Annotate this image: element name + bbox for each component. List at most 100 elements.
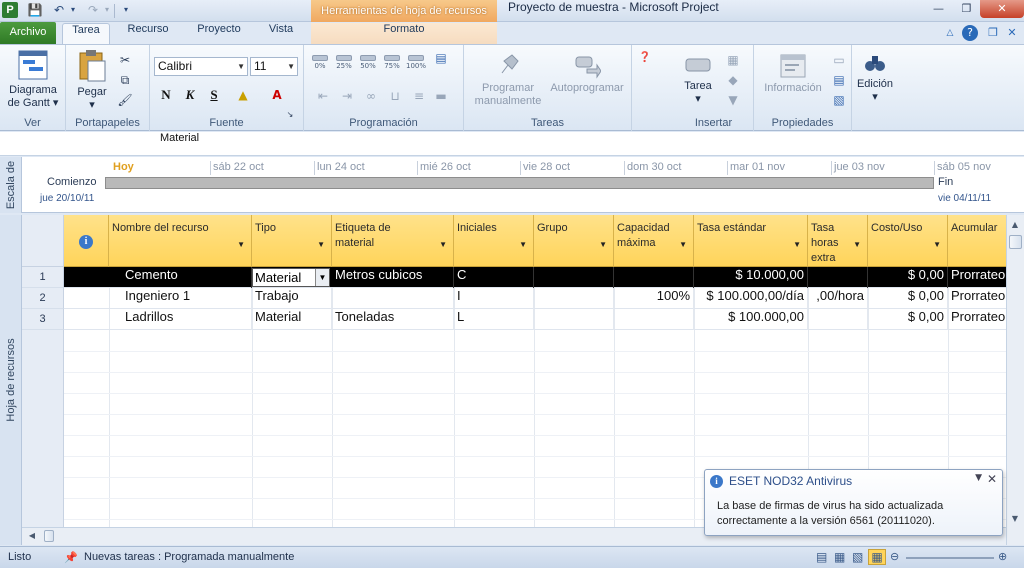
inspect-icon[interactable]: ❓ bbox=[636, 49, 654, 67]
table-row[interactable]: Cemento Material ▼ Metros cubicos C $ 10.… bbox=[64, 267, 1006, 288]
tab-archivo[interactable]: Archivo bbox=[0, 22, 56, 44]
row-header[interactable]: 2 bbox=[22, 288, 64, 309]
cell-acumular[interactable]: Prorrateo bbox=[948, 267, 1006, 288]
save-icon[interactable]: 💾 bbox=[26, 2, 44, 18]
maximize-button[interactable]: ❐ bbox=[953, 0, 980, 18]
cell-tasa-extra[interactable] bbox=[808, 309, 868, 330]
row-header[interactable]: 1 bbox=[22, 267, 64, 288]
table-row[interactable]: Ladrillos Material Toneladas L $ 100.000… bbox=[64, 309, 1006, 330]
column-header-iniciales[interactable]: Iniciales ▼ bbox=[454, 215, 534, 267]
gantt-chart-button[interactable]: Diagrama de Gantt ▾ bbox=[4, 49, 62, 110]
minimize-button[interactable]: — bbox=[925, 0, 952, 18]
new-tasks-mode[interactable]: Nuevas tareas : Programada manualmente bbox=[84, 551, 294, 563]
cell-tasa-extra[interactable]: ,00/hora bbox=[808, 288, 868, 309]
cell-grupo[interactable] bbox=[534, 288, 614, 309]
insert-task-button[interactable]: Tarea ▾ bbox=[678, 53, 718, 106]
resource-sheet-side-tab[interactable]: Hoja de recursos bbox=[0, 215, 22, 545]
select-all-corner[interactable] bbox=[22, 215, 64, 267]
chevron-down-icon[interactable]: ▼ bbox=[793, 237, 801, 252]
add-to-timeline-icon[interactable]: ▧ bbox=[830, 91, 848, 109]
chevron-down-icon[interactable]: ▼ bbox=[679, 237, 687, 252]
column-header-tasa-extra[interactable]: Tasa horas extra ▼ bbox=[808, 215, 868, 267]
scroll-up-icon[interactable]: ▲ bbox=[1007, 217, 1023, 233]
unlink-tasks-icon[interactable]: ⊔ bbox=[386, 87, 404, 105]
link-tasks-icon[interactable]: ∞ bbox=[362, 87, 380, 105]
cell-nombre[interactable]: Ingeniero 1 bbox=[109, 288, 252, 309]
table-row[interactable]: Ingeniero 1 Trabajo I 100% $ 100.000,00/… bbox=[64, 288, 1006, 309]
customize-qat-icon[interactable]: ▾ bbox=[117, 2, 135, 18]
vertical-scrollbar[interactable]: ▲ ▼ bbox=[1006, 215, 1024, 545]
scroll-left-icon[interactable]: ◀ bbox=[24, 528, 40, 544]
column-header-tipo[interactable]: Tipo ▼ bbox=[252, 215, 332, 267]
chevron-down-icon[interactable]: ▼ bbox=[237, 237, 245, 252]
cut-icon[interactable]: ✂ bbox=[116, 51, 134, 69]
cell-nombre[interactable]: Ladrillos bbox=[109, 309, 252, 330]
inactivate-icon[interactable]: ▬ bbox=[432, 87, 450, 105]
cell-costo[interactable]: $ 0,00 bbox=[868, 288, 948, 309]
font-size-select[interactable]: 11 ▼ bbox=[250, 57, 298, 76]
scroll-down-icon[interactable]: ▼ bbox=[1007, 511, 1023, 527]
cell-grupo[interactable] bbox=[534, 309, 614, 330]
font-color-icon[interactable]: A bbox=[268, 86, 286, 104]
split-task-icon[interactable]: ≡ bbox=[410, 87, 428, 105]
fill-color-icon[interactable]: ▲ bbox=[234, 86, 252, 104]
vertical-scroll-thumb[interactable] bbox=[1009, 235, 1022, 249]
cell-acumular[interactable]: Prorrateo bbox=[948, 288, 1006, 309]
project-timeline-bar[interactable] bbox=[105, 177, 934, 189]
cell-acumular[interactable]: Prorrateo bbox=[948, 309, 1006, 330]
cell-capacidad[interactable] bbox=[614, 309, 694, 330]
cell-iniciales[interactable]: I bbox=[454, 288, 534, 309]
cell-grupo[interactable] bbox=[534, 267, 614, 288]
paste-button[interactable]: Pegar ▾ bbox=[72, 49, 112, 112]
antivirus-notification[interactable]: i ESET NOD32 Antivirus ▼ ✕ La base de fi… bbox=[704, 469, 1003, 536]
chevron-down-icon[interactable]: ▼ bbox=[315, 269, 329, 286]
close-button[interactable]: ✕ bbox=[980, 0, 1024, 18]
cell-tasa[interactable]: $ 100.000,00 bbox=[694, 309, 808, 330]
cell-tasa[interactable]: $ 100.000,00/día bbox=[694, 288, 808, 309]
italic-button[interactable]: K bbox=[180, 85, 200, 105]
minimize-ribbon-icon[interactable]: △ bbox=[942, 25, 958, 41]
chevron-down-icon[interactable]: ▼ bbox=[853, 237, 861, 252]
cell-iniciales[interactable]: C bbox=[454, 267, 534, 288]
chevron-down-icon[interactable]: ▼ bbox=[317, 237, 325, 252]
zoom-in-icon[interactable]: ⊕ bbox=[998, 550, 1007, 563]
auto-schedule-button[interactable]: Autoprogramar bbox=[544, 51, 630, 95]
chevron-down-icon[interactable]: ▼ bbox=[439, 237, 447, 252]
indent-icon[interactable]: ⇥ bbox=[338, 87, 356, 105]
cell-etiqueta[interactable]: Toneladas bbox=[332, 309, 454, 330]
percent-100-button[interactable]: 100% bbox=[406, 55, 426, 73]
project-app-icon[interactable]: P bbox=[2, 2, 18, 18]
font-family-select[interactable]: Calibri ▼ bbox=[154, 57, 248, 76]
milestone-icon[interactable]: ◆ bbox=[724, 71, 742, 89]
column-header-etiqueta[interactable]: Etiqueta de material ▼ bbox=[332, 215, 454, 267]
percent-50-button[interactable]: 50% bbox=[358, 55, 378, 73]
tab-proyecto[interactable]: Proyecto bbox=[188, 23, 250, 44]
column-header-grupo[interactable]: Grupo ▼ bbox=[534, 215, 614, 267]
chevron-down-icon[interactable]: ▼ bbox=[519, 237, 527, 252]
zoom-out-icon[interactable]: ⊖ bbox=[890, 550, 899, 563]
timescale-side-tab[interactable]: Escala de bbox=[0, 157, 22, 213]
cell-iniciales[interactable]: L bbox=[454, 309, 534, 330]
gantt-view-icon[interactable]: ▤ bbox=[816, 550, 827, 564]
percent-0-button[interactable]: 0% bbox=[310, 55, 330, 73]
team-planner-view-icon[interactable]: ▧ bbox=[852, 550, 863, 564]
cell-capacidad[interactable] bbox=[614, 267, 694, 288]
format-painter-icon[interactable]: 🖌 bbox=[116, 91, 134, 109]
information-button[interactable]: Información bbox=[756, 53, 830, 95]
help-icon[interactable]: ? bbox=[962, 25, 978, 41]
notes-icon[interactable]: ▭ bbox=[830, 51, 848, 69]
chevron-down-icon[interactable]: ▼ bbox=[975, 473, 982, 483]
column-header-nombre[interactable]: Nombre del recurso ▼ bbox=[109, 215, 252, 267]
tab-vista[interactable]: Vista bbox=[258, 23, 304, 44]
undo-dropdown-icon[interactable]: ▾ bbox=[64, 2, 82, 18]
column-header-costo-uso[interactable]: Costo/Uso ▼ bbox=[868, 215, 948, 267]
row-header[interactable]: 3 bbox=[22, 309, 64, 330]
column-header-tasa-estandar[interactable]: Tasa estándar ▼ bbox=[694, 215, 808, 267]
tab-tarea[interactable]: Tarea bbox=[62, 23, 110, 44]
cell-etiqueta[interactable]: Metros cubicos bbox=[332, 267, 454, 288]
cell-costo[interactable]: $ 0,00 bbox=[868, 309, 948, 330]
deliverable-icon[interactable]: ▼ bbox=[724, 91, 742, 109]
tab-formato[interactable]: Formato bbox=[311, 23, 497, 44]
cell-tipo[interactable]: Material bbox=[252, 309, 332, 330]
task-usage-view-icon[interactable]: ▦ bbox=[834, 550, 845, 564]
